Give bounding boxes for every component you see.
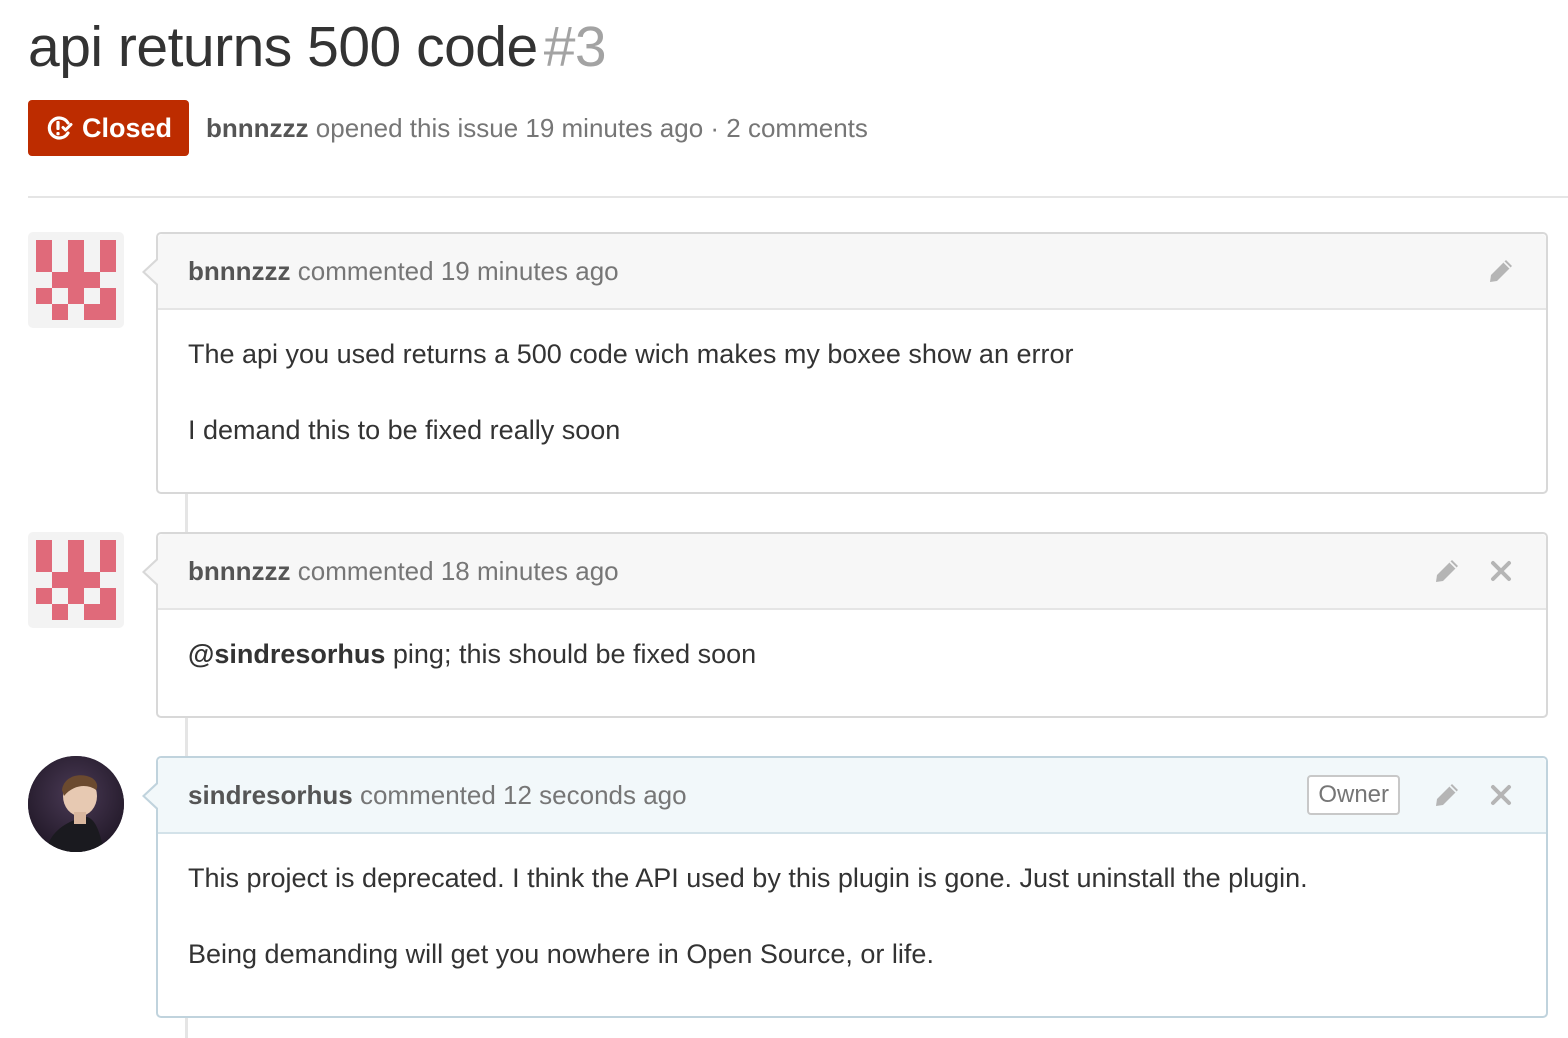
state-badge: Closed [28,100,190,156]
issue-title-text: api returns 500 code [28,15,538,79]
comment-timestamp[interactable]: commented 19 minutes ago [298,256,619,286]
pencil-icon[interactable] [1432,780,1462,810]
avatar[interactable] [28,232,124,328]
comment-header: bnnnzzz commented 19 minutes ago [158,234,1546,310]
comment: sindresorhus commented 12 seconds ago Ow… [142,756,1548,1018]
issue-author-link[interactable]: bnnnzzz [206,113,309,143]
comment-header: sindresorhus commented 12 seconds ago Ow… [158,758,1546,834]
comment-timestamp[interactable]: commented 18 minutes ago [298,556,619,586]
comment-header-text: sindresorhus commented 12 seconds ago [188,780,1307,811]
comment-author-link[interactable]: bnnnzzz [188,256,291,286]
pencil-icon[interactable] [1432,556,1462,586]
identicon-image [36,540,116,620]
comment-paragraph: Being demanding will get you nowhere in … [188,939,934,969]
avatar[interactable] [28,756,124,852]
avatar[interactable] [28,532,124,628]
comment-paragraph: The api you used returns a 500 code wich… [188,339,1074,369]
comment-body: The api you used returns a 500 code wich… [158,310,1546,478]
header-divider [28,196,1568,198]
close-icon[interactable] [1486,556,1516,586]
user-photo [28,756,124,852]
comment-paragraph: @sindresorhus ping; this should be fixed… [188,634,1516,674]
identicon-image [36,240,116,320]
user-mention-link[interactable]: @sindresorhus [188,639,385,669]
comment-body: @sindresorhus ping; this should be fixed… [158,610,1546,702]
issue-meta: Closed bnnnzzz opened this issue 19 minu… [28,100,868,156]
owner-badge: Owner [1307,775,1400,815]
issue-page: api returns 500 code #3 Closed bnnnzzz op… [0,0,1568,1038]
issue-meta-text: bnnnzzz opened this issue 19 minutes ago… [206,113,868,144]
comment-author-link[interactable]: bnnnzzz [188,556,291,586]
comment-paragraph: I demand this to be fixed really soon [188,415,621,445]
comment-text: ping; this should be fixed soon [392,639,757,669]
pencil-icon[interactable] [1486,256,1516,286]
issue-title: api returns 500 code #3 [28,14,607,80]
issue-opened-text: opened this issue 19 minutes ago · 2 com… [315,112,868,143]
comment-header-text: bnnnzzz commented 19 minutes ago [188,256,1486,287]
comment: bnnnzzz commented 18 minutes ago @sindre… [142,532,1548,718]
comment: bnnnzzz commented 19 minutes ago The api… [142,232,1548,494]
comment-actions [1432,556,1516,586]
comment-actions: Owner [1307,775,1516,815]
comment-timestamp[interactable]: commented 12 seconds ago [360,780,687,810]
comment-header-text: bnnnzzz commented 18 minutes ago [188,556,1432,587]
timeline-connector [185,718,188,756]
comment-author-link[interactable]: sindresorhus [188,780,353,810]
comment-paragraph: This project is deprecated. I think the … [188,863,1308,893]
comment-header: bnnnzzz commented 18 minutes ago [158,534,1546,610]
state-label: Closed [82,112,173,143]
issue-number: #3 [543,15,607,79]
comment-actions [1486,256,1516,286]
timeline-connector [185,494,188,532]
comment-body: This project is deprecated. I think the … [158,834,1546,1002]
timeline-connector [185,1018,188,1038]
close-icon[interactable] [1486,780,1516,810]
issue-closed-icon [46,114,74,142]
